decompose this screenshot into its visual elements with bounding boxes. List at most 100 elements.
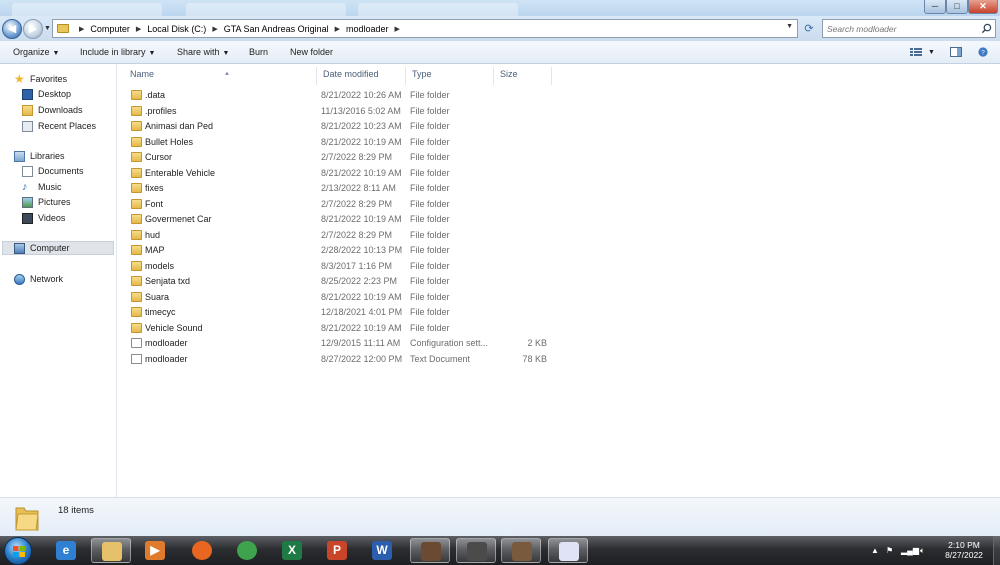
file-row[interactable]: modloader 8/27/2022 12:00 PM Text Document… <box>126 352 566 367</box>
taskbar-app-document-app[interactable] <box>548 538 588 563</box>
chevron-right-icon[interactable]: ▶ <box>395 25 400 33</box>
taskbar-app-media-player[interactable]: ▶ <box>135 538 175 563</box>
taskbar-app-firefox[interactable] <box>182 538 222 563</box>
nav-downloads[interactable]: Downloads <box>22 103 83 117</box>
window-titlebar: ─ □ ✕ <box>0 0 1000 16</box>
breadcrumb-modloader[interactable]: modloader <box>346 24 389 34</box>
column-header-type[interactable]: Type <box>406 67 494 85</box>
folder-icon <box>131 152 142 162</box>
file-row[interactable]: timecyc 12/18/2021 4:01 PM File folder <box>126 305 566 320</box>
folder-icon <box>131 260 142 271</box>
taskbar-app-gta-1[interactable] <box>410 538 450 563</box>
file-type: File folder <box>410 198 450 209</box>
file-name: Senjata txd <box>145 276 191 286</box>
file-row[interactable]: modloader 12/9/2015 11:11 AM Configuration… <box>126 336 566 351</box>
new-folder-button[interactable]: New folder <box>290 47 333 57</box>
background-tab <box>12 3 162 16</box>
clock[interactable]: 2:10 PM 8/27/2022 <box>938 540 990 560</box>
file-name: Suara <box>145 291 170 302</box>
preview-pane-icon[interactable] <box>950 47 962 57</box>
command-bar: Organize ▼ Include in library ▼ Share with… <box>0 41 1000 64</box>
file-name: .data <box>145 90 166 100</box>
nav-videos-label: Videos <box>38 213 66 223</box>
file-row[interactable]: .data 8/21/2022 10:26 AM File folder <box>126 88 566 103</box>
nav-videos[interactable]: Videos <box>22 211 65 225</box>
nav-pictures-label: Pictures <box>38 197 71 207</box>
taskbar-app-gta-3[interactable] <box>501 538 541 563</box>
taskbar-app-chrome[interactable] <box>227 538 267 563</box>
minimize-button[interactable]: ─ <box>924 0 946 14</box>
close-button[interactable]: ✕ <box>968 0 998 14</box>
file-row[interactable]: Senjata txd 8/25/2022 2:23 PM File folder <box>126 274 566 289</box>
taskbar-app-excel[interactable]: X <box>272 538 312 563</box>
chevron-right-icon[interactable]: ▶ <box>335 25 340 33</box>
breadcrumb-computer[interactable]: Computer <box>90 24 130 34</box>
file-row[interactable]: models 8/3/2017 1:16 PM File folder <box>126 259 566 274</box>
column-header-size[interactable]: Size <box>494 67 552 85</box>
breadcrumb-gta-folder[interactable]: GTA San Andreas Original <box>224 24 329 34</box>
include-in-library-menu[interactable]: Include in library ▼ <box>80 47 155 57</box>
file-row[interactable]: Font 2/7/2022 8:29 PM File folder <box>126 197 566 212</box>
address-bar[interactable]: ▶ Computer ▶ Local Disk (C:) ▶ GTA San A… <box>52 19 798 38</box>
action-center-icon[interactable]: ⚑ <box>886 546 893 555</box>
search-box[interactable] <box>822 19 996 38</box>
taskbar-app-internet-explorer[interactable]: e <box>46 538 86 563</box>
nav-computer[interactable]: Computer <box>2 241 114 255</box>
file-row[interactable]: Cursor 2/7/2022 8:29 PM File folder <box>126 150 566 165</box>
folder-icon <box>131 229 142 240</box>
nav-libraries[interactable]: Libraries <box>14 149 65 163</box>
taskbar-app-file-explorer[interactable] <box>91 538 131 563</box>
chevron-right-icon[interactable]: ▶ <box>212 25 217 33</box>
taskbar-app-word[interactable]: W <box>362 538 402 563</box>
address-dropdown[interactable]: ▼ <box>786 23 793 30</box>
file-row[interactable]: hud 2/7/2022 8:29 PM File folder <box>126 228 566 243</box>
file-row[interactable]: Vehicle Sound 8/21/2022 10:19 AM File fold… <box>126 321 566 336</box>
volume-icon[interactable]: 🔈︎ <box>920 546 925 556</box>
nav-documents[interactable]: Documents <box>22 164 84 178</box>
folder-icon <box>131 136 142 147</box>
file-row[interactable]: Suara 8/21/2022 10:19 AM File folder <box>126 290 566 305</box>
file-row[interactable]: fixes 2/13/2022 8:11 AM File folder <box>126 181 566 196</box>
file-row[interactable]: Enterable Vehicle 8/21/2022 10:19 AM File … <box>126 166 566 181</box>
nav-favorites[interactable]: ★ Favorites <box>14 72 67 86</box>
show-hidden-icons-icon[interactable]: ▲ <box>871 546 879 555</box>
nav-music[interactable]: ♪ Music <box>22 180 62 194</box>
search-input[interactable] <box>827 22 977 35</box>
change-view-icon[interactable] <box>910 47 922 57</box>
organize-menu[interactable]: Organize ▼ <box>13 47 59 57</box>
maximize-button[interactable]: □ <box>946 0 968 14</box>
file-row[interactable]: .profiles 11/13/2016 5:02 AM File folder <box>126 104 566 119</box>
file-row[interactable]: Animasi dan Ped 8/21/2022 10:23 AM File fo… <box>126 119 566 134</box>
show-desktop-button[interactable] <box>993 536 1000 565</box>
share-with-menu[interactable]: Share with ▼ <box>177 47 229 57</box>
view-options-dropdown[interactable]: ▼ <box>928 49 935 56</box>
refresh-button[interactable]: ⟳ <box>800 21 818 37</box>
recent-pages-dropdown[interactable]: ▼ <box>44 25 51 32</box>
folder-icon <box>131 291 142 302</box>
start-button[interactable] <box>4 537 32 565</box>
search-icon[interactable] <box>981 23 992 34</box>
back-button[interactable]: ◀ <box>2 19 22 39</box>
chevron-right-icon[interactable]: ▶ <box>79 25 84 33</box>
nav-desktop[interactable]: Desktop <box>22 87 71 101</box>
nav-recent-places[interactable]: Recent Places <box>22 119 96 133</box>
help-icon[interactable]: ? <box>977 47 989 57</box>
column-header-name[interactable]: Name ▲ <box>124 67 317 85</box>
nav-downloads-label: Downloads <box>38 105 83 115</box>
burn-button[interactable]: Burn <box>249 47 268 57</box>
file-date: 12/9/2015 11:11 AM <box>321 338 401 348</box>
network-signal-icon[interactable]: ▂▄▆ <box>901 546 919 555</box>
taskbar-app-gta-2[interactable] <box>456 538 496 563</box>
breadcrumb: ▶ Computer ▶ Local Disk (C:) ▶ GTA San A… <box>73 20 406 37</box>
file-name: Animasi dan Ped <box>145 121 214 131</box>
forward-button[interactable]: ▶ <box>23 19 43 39</box>
taskbar-app-powerpoint[interactable]: P <box>317 538 357 563</box>
file-row[interactable]: MAP 2/28/2022 10:13 PM File folder <box>126 243 566 258</box>
nav-pictures[interactable]: Pictures <box>22 195 71 209</box>
column-header-date[interactable]: Date modified <box>317 67 406 85</box>
nav-network[interactable]: Network <box>14 272 63 286</box>
chevron-right-icon[interactable]: ▶ <box>136 25 141 33</box>
file-row[interactable]: Bullet Holes 8/21/2022 10:19 AM File folde… <box>126 135 566 150</box>
file-row[interactable]: Govermenet Car 8/21/2022 10:19 AM File fol… <box>126 212 566 227</box>
breadcrumb-local-disk[interactable]: Local Disk (C:) <box>147 24 206 34</box>
